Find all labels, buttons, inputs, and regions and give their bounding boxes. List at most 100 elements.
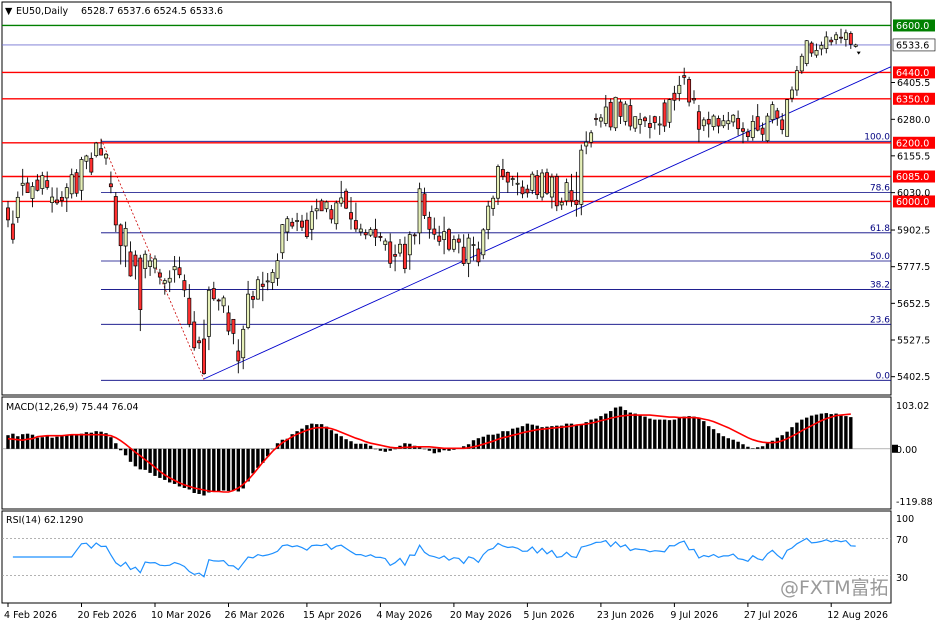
price-tick-label-5: 5777.5 <box>897 262 930 273</box>
macd-bar-0 <box>6 435 10 449</box>
candle-body-65 <box>324 201 329 210</box>
candle-body-130 <box>643 117 647 122</box>
candle-body-114 <box>564 182 569 202</box>
macd-bar-39 <box>197 448 201 494</box>
candle-body-23 <box>118 224 123 247</box>
macd-bar-4 <box>25 433 30 449</box>
macd-bar-44 <box>221 448 226 491</box>
candle-body-141 <box>696 111 701 130</box>
candle-body-27 <box>138 257 143 311</box>
macd-bar-25 <box>128 448 133 462</box>
macd-bar-104 <box>515 427 520 449</box>
dropdown-icon[interactable]: ▼ <box>5 6 13 17</box>
candle-body-100 <box>496 166 500 199</box>
candle-body-38 <box>192 321 197 349</box>
macd-bar-159 <box>785 431 789 449</box>
candle-body-51 <box>255 279 260 300</box>
candle-body-88 <box>437 235 442 242</box>
candle-body-76 <box>378 235 383 238</box>
candle-body-145 <box>716 118 721 127</box>
date-label-1: 20 Feb 2026 <box>78 610 137 621</box>
candle-body-169 <box>834 34 839 40</box>
macd-bar-18 <box>94 431 98 449</box>
macd-bar-49 <box>246 448 250 482</box>
candle-body-126 <box>623 103 628 122</box>
candle-117 <box>579 144 584 216</box>
price-tick-label-3: 6030.0 <box>897 188 930 199</box>
candle-body-61 <box>304 219 309 237</box>
macd-bar-125 <box>618 406 623 449</box>
macd-bar-116 <box>574 424 579 449</box>
macd-bar-41 <box>207 448 211 493</box>
macd-bar-12 <box>65 434 69 449</box>
macd-bar-132 <box>653 419 657 449</box>
macd-bar-101 <box>501 431 505 449</box>
candle-body-115 <box>569 190 574 202</box>
candle-body-106 <box>525 188 530 194</box>
macd-bar-160 <box>790 427 794 449</box>
candle-64 <box>319 198 324 212</box>
macd-bar-139 <box>687 416 691 449</box>
fib-label-3: 50.0 <box>870 252 890 262</box>
candle-body-166 <box>819 45 824 50</box>
macd-bar-151 <box>746 446 750 449</box>
candle-body-96 <box>476 248 481 263</box>
candle-body-24 <box>123 228 128 247</box>
price-tick-label-4: 5902.5 <box>897 226 930 237</box>
candle-body-16 <box>84 155 89 162</box>
macd-bar-172 <box>849 417 853 449</box>
macd-bar-69 <box>344 439 348 449</box>
candle-body-74 <box>368 229 373 236</box>
candle-body-34 <box>172 266 177 271</box>
candle-body-90 <box>447 229 451 250</box>
macd-bar-43 <box>217 448 221 492</box>
current-price-label: 6533.6 <box>896 40 929 51</box>
macd-bar-145 <box>716 433 721 449</box>
candle-body-143 <box>706 118 711 125</box>
macd-bar-123 <box>609 411 613 449</box>
macd-bar-138 <box>682 416 686 449</box>
candle-body-36 <box>182 280 187 291</box>
candle-body-39 <box>197 340 202 344</box>
candle-body-12 <box>64 187 69 199</box>
candle-body-118 <box>584 141 589 147</box>
macd-bar-5 <box>30 434 35 449</box>
date-label-6: 20 May 2026 <box>450 610 512 621</box>
macd-bar-23 <box>119 448 123 451</box>
macd-bar-152 <box>751 448 755 449</box>
candle-body-59 <box>295 220 300 222</box>
candle-body-124 <box>613 96 618 129</box>
candle-body-70 <box>349 212 353 220</box>
price-tick-label-1: 6280.0 <box>897 115 930 126</box>
candle-body-85 <box>422 193 427 216</box>
candle-18 <box>94 141 99 158</box>
candle-body-35 <box>177 267 182 276</box>
macd-bar-51 <box>256 448 260 468</box>
candle-body-72 <box>358 228 363 233</box>
price-pane-frame <box>1 1 892 396</box>
macd-bar-124 <box>613 407 618 449</box>
candle-body-121 <box>598 117 603 122</box>
candle-body-6 <box>35 179 40 191</box>
macd-bar-87 <box>432 448 436 454</box>
macd-bar-13 <box>70 435 74 449</box>
candle-body-8 <box>45 180 50 188</box>
candle-body-107 <box>530 173 535 191</box>
macd-bar-9 <box>50 437 54 449</box>
candle-body-29 <box>148 260 153 267</box>
candle-body-2 <box>15 196 20 218</box>
candle-body-158 <box>780 119 785 130</box>
candle-body-32 <box>162 280 167 284</box>
date-label-8: 23 Jun 2026 <box>597 610 654 621</box>
candle-body-123 <box>608 101 613 128</box>
candle-body-40 <box>202 338 206 374</box>
candle-body-150 <box>741 128 745 132</box>
macd-bar-135 <box>667 420 672 449</box>
candle-body-14 <box>74 172 79 194</box>
candle-body-171 <box>843 32 848 40</box>
candle-body-80 <box>398 243 402 254</box>
candle-body-93 <box>461 246 466 264</box>
candle-body-157 <box>775 110 780 119</box>
candle-body-48 <box>241 328 246 359</box>
macd-bar-127 <box>628 412 632 449</box>
